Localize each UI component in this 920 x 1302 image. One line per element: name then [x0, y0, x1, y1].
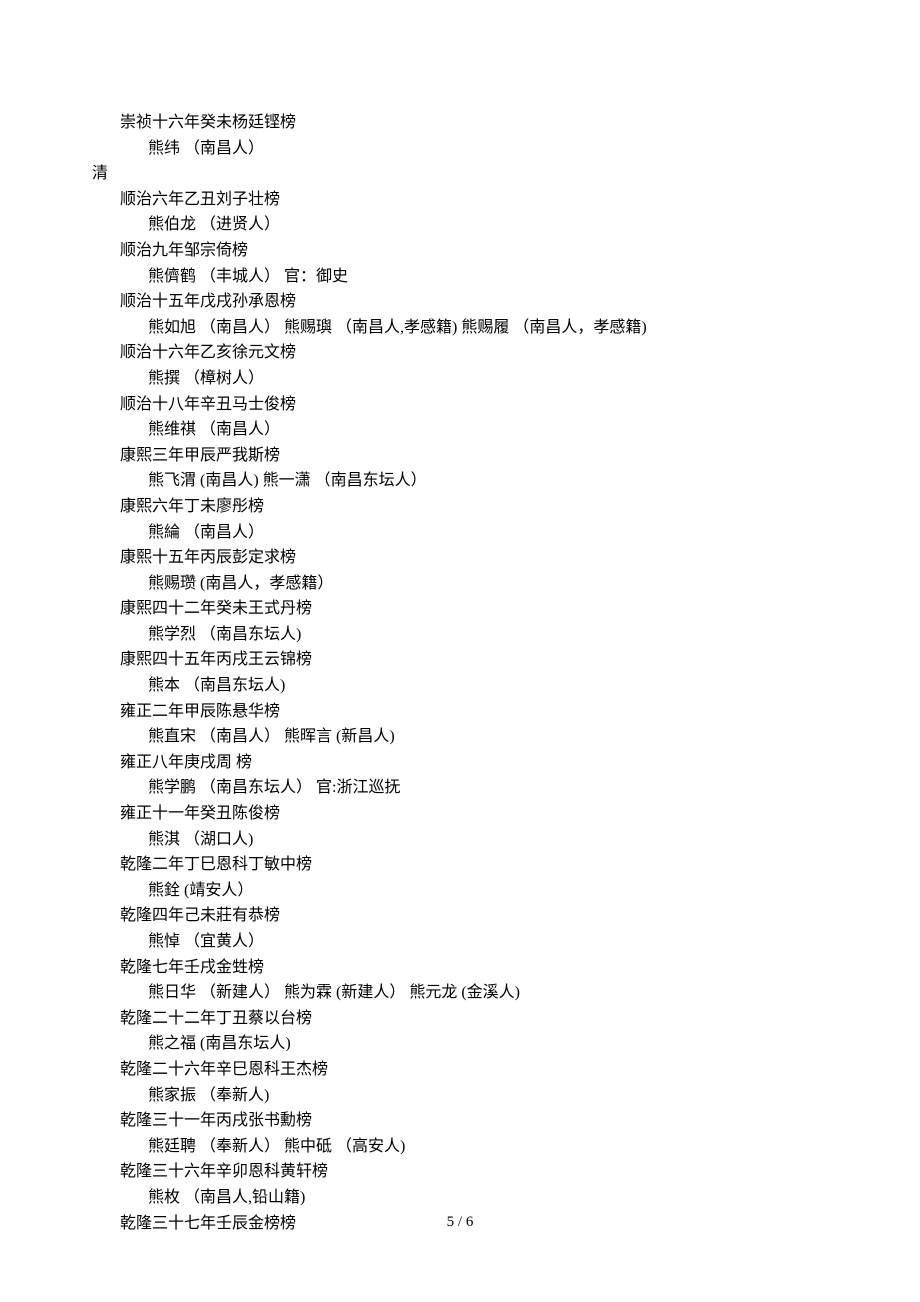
text-line: 乾隆三十一年丙戌张书勳榜: [120, 1108, 828, 1134]
text-line: 康熙三年甲辰严我斯榜: [120, 443, 828, 469]
text-line: 熊如旭 （南昌人） 熊赐璵 （南昌人,孝感籍) 熊赐履 （南昌人，孝感籍): [148, 315, 828, 341]
text-line: 熊淇 （湖口人): [148, 827, 828, 853]
text-line: 熊学鹏 （南昌东坛人） 官:浙江巡抚: [148, 775, 828, 801]
text-line: 顺治九年邹宗倚榜: [120, 238, 828, 264]
text-line: 顺治六年乙丑刘子壮榜: [120, 187, 828, 213]
text-line: 雍正二年甲辰陈悬华榜: [120, 699, 828, 725]
page-footer: 5 / 6: [0, 1210, 920, 1234]
text-line: 熊飞渭 (南昌人) 熊一潇 （南昌东坛人）: [148, 468, 828, 494]
text-line: 熊纬 （南昌人）: [148, 136, 828, 162]
text-line: 熊綸 （南昌人）: [148, 520, 828, 546]
text-line: 熊伯龙 （进贤人）: [148, 212, 828, 238]
text-line: 清: [92, 161, 828, 187]
text-line: 康熙四十二年癸未王式丹榜: [120, 596, 828, 622]
text-line: 雍正十一年癸丑陈俊榜: [120, 801, 828, 827]
text-line: 康熙四十五年丙戌王云锦榜: [120, 647, 828, 673]
text-line: 雍正八年庚戌周 榜: [120, 750, 828, 776]
text-line: 熊枚 （南昌人,铅山籍): [148, 1185, 828, 1211]
text-line: 崇祯十六年癸未杨廷铿榜: [120, 110, 828, 136]
text-line: 熊家振 （奉新人): [148, 1083, 828, 1109]
text-line: 顺治十八年辛丑马士俊榜: [120, 392, 828, 418]
text-line: 熊日华 （新建人） 熊为霖 (新建人） 熊元龙 (金溪人): [148, 980, 828, 1006]
text-line: 熊儕鹤 （丰城人） 官：御史: [148, 264, 828, 290]
text-line: 乾隆七年壬戌金甡榜: [120, 955, 828, 981]
text-line: 康熙六年丁未廖彤榜: [120, 494, 828, 520]
text-line: 顺治十六年乙亥徐元文榜: [120, 340, 828, 366]
text-line: 康熙十五年丙辰彭定求榜: [120, 545, 828, 571]
text-line: 熊撰 （樟树人）: [148, 366, 828, 392]
text-line: 乾隆二十六年辛巳恩科王杰榜: [120, 1057, 828, 1083]
text-line: 熊赐瓒 (南昌人，孝感籍）: [148, 571, 828, 597]
text-line: 熊学烈 （南昌东坛人): [148, 622, 828, 648]
text-line: 熊直宋 （南昌人） 熊晖言 (新昌人): [148, 724, 828, 750]
text-line: 熊维祺 （南昌人）: [148, 417, 828, 443]
text-line: 乾隆四年己未莊有恭榜: [120, 903, 828, 929]
text-line: 熊之福 (南昌东坛人): [148, 1031, 828, 1057]
text-line: 乾隆二十二年丁丑蔡以台榜: [120, 1006, 828, 1032]
text-line: 熊廷聘 （奉新人） 熊中砥 （高安人): [148, 1134, 828, 1160]
text-line: 顺治十五年戊戌孙承恩榜: [120, 289, 828, 315]
text-line: 熊悼 （宜黄人）: [148, 929, 828, 955]
text-line: 熊銓 (靖安人）: [148, 878, 828, 904]
text-line: 熊本 （南昌东坛人): [148, 673, 828, 699]
text-line: 乾隆三十六年辛卯恩科黄轩榜: [120, 1159, 828, 1185]
document-body: 崇祯十六年癸未杨廷铿榜熊纬 （南昌人）清顺治六年乙丑刘子壮榜熊伯龙 （进贤人）顺…: [0, 0, 920, 1236]
text-line: 乾隆二年丁巳恩科丁敏中榜: [120, 852, 828, 878]
